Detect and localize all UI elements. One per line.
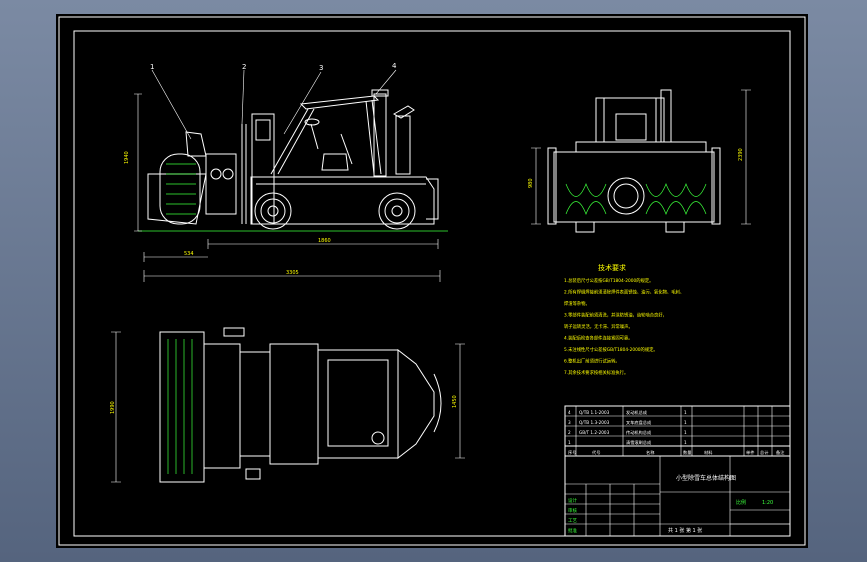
cad-viewport[interactable]: 1 2 3 4 1940 1860 534 3305 980 2390 1990… [0, 0, 867, 562]
title-row-label: 审核 [568, 507, 577, 514]
notes-title: 技术要求 [598, 263, 626, 272]
callout-3: 3 [319, 64, 323, 72]
notes-list: 1.总装后尺寸公差按GB/T1804-2000的规定。 2.所有焊缝焊接前须清除焊… [564, 277, 684, 376]
bom-cell: 1 [684, 430, 687, 435]
bom-cell: 1 [684, 440, 687, 445]
callout-2: 2 [242, 63, 246, 71]
bom-cell: 3 [568, 420, 571, 425]
bom-header: 序号 代号 名称 数量 材料 单件 总计 备注 [568, 449, 785, 456]
drawing-title: 小型除雪车总体结构图 [676, 474, 736, 482]
sheet-info: 共 1 张 第 1 张 [668, 527, 702, 534]
bom-cell: 发动机总成 [626, 409, 647, 416]
note-line: 1.总装后尺寸公差按GB/T1804-2000的规定。 [564, 277, 653, 284]
bom-cell: Q/TB 1.1-2003 [579, 410, 610, 415]
end-elevation-view [531, 89, 751, 233]
dim-front-height: 1940 [124, 151, 130, 164]
note-line: 焊渣等杂物。 [564, 300, 590, 307]
outer-frame [58, 16, 806, 546]
bom-cell: 1 [684, 420, 687, 425]
dim-plan-width: 1990 [110, 401, 116, 414]
note-line: 4.装配后检查各部件连接紧固可靠。 [564, 335, 633, 342]
scale-label: 比例 [736, 499, 746, 506]
bom-header-cell: 名称 [646, 449, 654, 456]
side-elevation-view [134, 69, 448, 282]
dim-side-lower: 980 [528, 178, 534, 188]
bom-cell: GB/T 1.2-2003 [579, 430, 610, 435]
inner-frame [73, 30, 791, 537]
title-row-label: 批准 [568, 527, 577, 534]
dim-overall-length: 3305 [286, 270, 299, 276]
note-line: 6.整机出厂前须进行试运转。 [564, 358, 620, 365]
bom-cell: 2 [568, 430, 571, 435]
callout-1: 1 [150, 63, 154, 71]
bom-header-cell: 序号 [568, 449, 576, 456]
dim-length-inner: 1860 [318, 238, 331, 244]
note-line: 转子运转灵活，无卡滞、异常噪声。 [564, 323, 633, 330]
title-block [564, 455, 791, 537]
bom-header-cell: 总计 [760, 449, 768, 456]
title-block-rows: 设计审核工艺批准 [568, 497, 577, 534]
callout-4: 4 [392, 62, 397, 70]
bom-cell: 清雪滚刷总成 [626, 439, 651, 446]
drawing-canvas: 1 2 3 4 1940 1860 534 3305 980 2390 1990… [58, 16, 806, 546]
bom-header-cell: 数量 [683, 449, 691, 456]
bom-header-cell: 备注 [776, 449, 785, 456]
scale-value: 1:20 [762, 500, 773, 506]
bom-cell: 传动机构总成 [626, 429, 651, 436]
bom-cell: Q/TB 1.3-2003 [579, 420, 610, 425]
plan-view [111, 327, 465, 483]
bom-cell: 叉车底盘总成 [626, 419, 651, 426]
note-line: 3.零部件装配前须清洗，并涂防锈油，齿轮啮合良好， [564, 312, 667, 319]
bom-header-cell: 材料 [704, 449, 713, 456]
bom-cell: 1 [568, 440, 571, 445]
note-line: 5.未注线性尺寸公差按GB/T1804-2000的规定。 [564, 346, 658, 353]
bom-header-cell: 代号 [592, 449, 600, 456]
bom-cell: 1 [684, 410, 687, 415]
callout-labels: 1 2 3 4 [150, 62, 397, 72]
bom-text: 4 Q/TB 1.1-2003 发动机总成 1 3 Q/TB 1.3-2003 叉车底盘总成… [568, 409, 687, 446]
note-line: 7.其余技术要求按相关标准执行。 [564, 369, 628, 376]
title-row-label: 设计 [568, 497, 577, 504]
title-row-label: 工艺 [568, 518, 577, 524]
bom-header-cell: 单件 [746, 449, 754, 456]
bom-cell: 4 [568, 410, 571, 415]
dim-front-offset: 534 [184, 251, 194, 257]
dim-side-total: 2390 [738, 148, 744, 161]
dim-plan-inner: 1450 [452, 395, 458, 408]
drawing-sheet: 1 2 3 4 1940 1860 534 3305 980 2390 1990… [56, 14, 808, 548]
note-line: 2.所有焊缝焊接前须清除焊件表面锈蚀、油污、氧化物、毛刺、 [564, 289, 684, 296]
